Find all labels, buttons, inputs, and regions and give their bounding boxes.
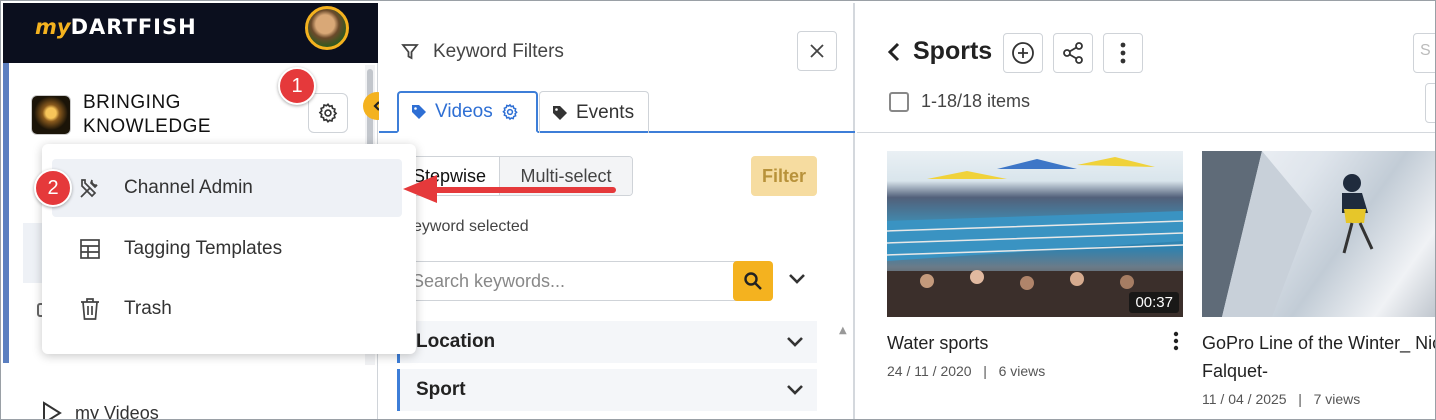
search-icon (744, 272, 762, 290)
top-bar: myDARTFISH (3, 3, 378, 63)
scroll-up-icon[interactable]: ▲ (839, 325, 847, 336)
video-thumbnail[interactable] (1202, 151, 1435, 317)
app-window: myDARTFISH BRINGING KNOWLEDGE my Videos (0, 0, 1436, 420)
tab-videos[interactable]: Videos (397, 91, 538, 133)
keyword-filters-title: Keyword Filters (433, 41, 564, 62)
video-card[interactable]: GoPro Line of the Winter_ Nicolas Falque… (1202, 151, 1435, 407)
chevron-down-icon (787, 337, 803, 347)
channel-name: BRINGING KNOWLEDGE (83, 91, 211, 139)
video-thumbnail[interactable]: 00:37 (887, 151, 1183, 317)
items-count: 1-18/18 items (921, 91, 1031, 111)
filter-icon (401, 44, 419, 60)
gear-icon[interactable] (501, 103, 519, 121)
user-avatar[interactable] (305, 6, 349, 50)
keyword-search-box (397, 261, 771, 301)
plus-circle-icon (1012, 42, 1034, 64)
video-title[interactable]: GoPro Line of the Winter_ Nicolas Falque… (1202, 329, 1435, 385)
facet-location[interactable]: Location (397, 321, 817, 363)
step-badge-2: 2 (34, 169, 72, 207)
logo-prefix: my (35, 15, 71, 39)
meta-separator: | (1290, 391, 1310, 407)
video-duration: 00:37 (1129, 292, 1179, 313)
sort-control-edge[interactable] (1425, 83, 1435, 123)
app-logo[interactable]: myDARTFISH (35, 15, 197, 39)
channel-logo (31, 95, 71, 135)
chevron-down-icon (787, 385, 803, 395)
facet-sport[interactable]: Sport (397, 369, 817, 411)
video-meta: 11 / 04 / 2025 | 7 views (1202, 391, 1435, 407)
channel-name-line1: BRINGING (83, 92, 181, 113)
meta-separator: | (975, 363, 995, 379)
menu-item-tagging-templates[interactable]: Tagging Templates (52, 220, 402, 278)
keyword-selected-status: keyword selected (405, 218, 529, 235)
keyword-filters-panel: Keyword Filters Videos Events Stepwise M… (379, 3, 855, 419)
content-panel: Sports S 1-18/18 items 00:37 Water sport… (857, 3, 1435, 419)
gear-icon (318, 103, 338, 123)
sidebar-item-label: my Videos (75, 402, 159, 420)
chevron-down-icon[interactable] (787, 269, 807, 289)
play-icon (43, 401, 62, 419)
video-date: 11 / 04 / 2025 (1202, 391, 1287, 407)
step-badge-1: 1 (278, 67, 316, 105)
tab-label: Videos (435, 101, 493, 122)
video-menu-icon[interactable] (1173, 331, 1179, 351)
facet-label: Sport (416, 379, 466, 400)
keyword-search-button[interactable] (733, 261, 773, 301)
facet-label: Location (416, 331, 496, 352)
annotation-arrow (403, 175, 616, 203)
tag-icon (553, 105, 567, 120)
channel-name-line2: KNOWLEDGE (83, 116, 212, 137)
add-button[interactable] (1003, 33, 1043, 73)
menu-item-channel-admin[interactable]: Channel Admin (52, 159, 402, 217)
chevron-left-icon[interactable] (887, 42, 901, 62)
trash-icon (76, 297, 104, 321)
video-views: 7 views (1313, 391, 1361, 407)
menu-item-label: Tagging Templates (124, 238, 283, 259)
kebab-icon (1120, 42, 1126, 64)
page-title: Sports (887, 37, 992, 66)
keyword-search-input[interactable] (398, 270, 718, 292)
tag-icon (412, 105, 426, 119)
menu-item-label: Channel Admin (124, 177, 253, 198)
select-all-checkbox[interactable] (889, 91, 909, 112)
tools-icon (76, 176, 104, 200)
filter-button[interactable]: Filter (751, 156, 817, 196)
sidebar-item-my-videos[interactable]: my Videos (41, 401, 159, 420)
search-field-edge[interactable]: S (1413, 33, 1435, 73)
logo-main: DARTFISH (70, 15, 197, 39)
share-icon (1063, 42, 1083, 64)
menu-item-trash[interactable]: Trash (52, 280, 402, 338)
table-icon (76, 238, 104, 260)
sidebar-accent (3, 63, 9, 363)
close-filters-button[interactable] (797, 31, 837, 71)
more-options-button[interactable] (1103, 33, 1143, 73)
video-meta: 24 / 11 / 2020 | 6 views (887, 363, 1183, 379)
channel-settings-button[interactable] (308, 93, 348, 133)
menu-item-label: Trash (124, 298, 172, 319)
tab-label: Events (576, 101, 635, 123)
tab-events[interactable]: Events (539, 91, 649, 133)
keyword-filters-header: Keyword Filters (401, 41, 564, 63)
channel-settings-menu: Channel Admin Tagging Templates Trash (42, 144, 416, 354)
video-views: 6 views (998, 363, 1046, 379)
select-all-row: 1-18/18 items (889, 91, 1030, 112)
thumbnail-image (1202, 151, 1374, 317)
close-icon (810, 44, 824, 58)
video-card[interactable]: 00:37 Water sports 24 / 11 / 2020 | 6 vi… (887, 151, 1183, 379)
content-header: Sports S 1-18/18 items (857, 3, 1435, 133)
video-date: 24 / 11 / 2020 (887, 363, 972, 379)
page-title-text: Sports (913, 37, 993, 65)
share-button[interactable] (1053, 33, 1093, 73)
video-title[interactable]: Water sports (887, 329, 1183, 357)
